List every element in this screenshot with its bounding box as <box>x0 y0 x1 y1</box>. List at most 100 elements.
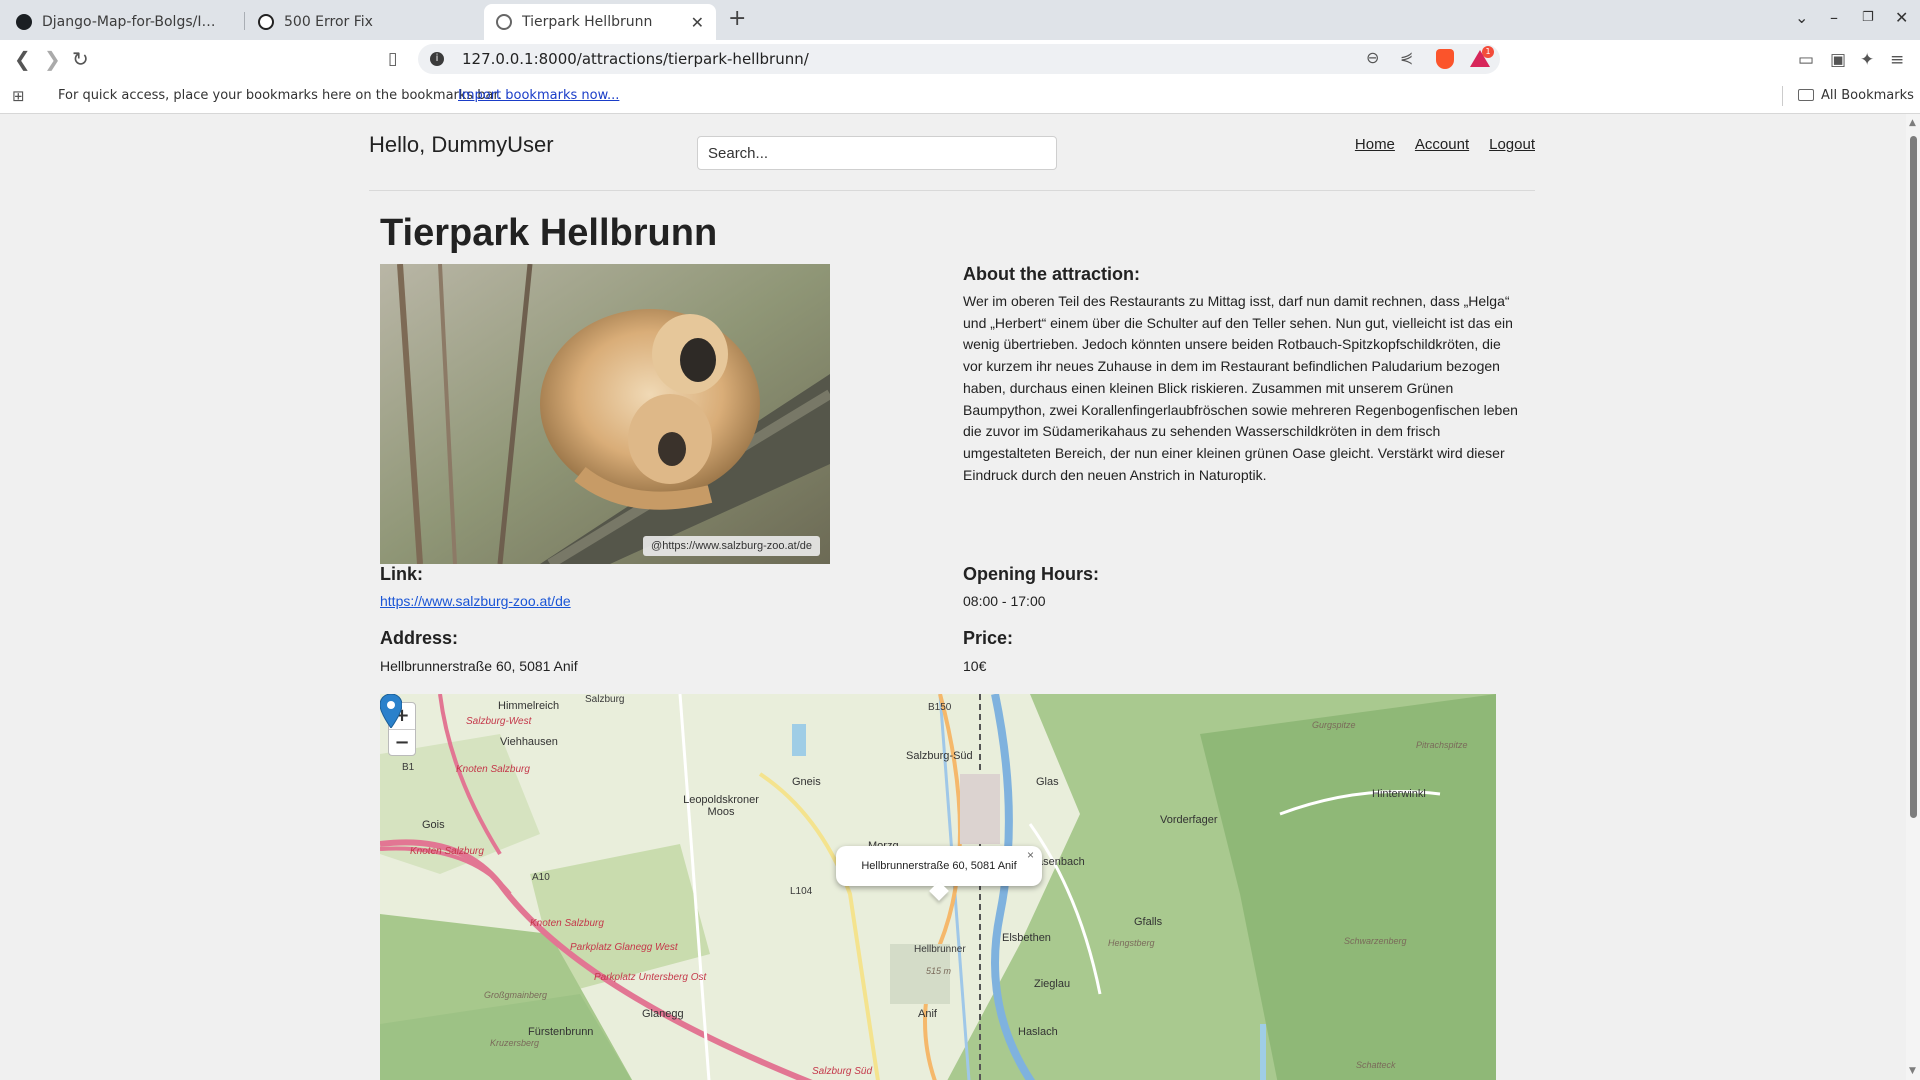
address-bar[interactable]: i 127.0.0.1:8000/attractions/tierpark-he… <box>418 44 1500 74</box>
address-value: Hellbrunnerstraße 60, 5081 Anif <box>380 658 578 674</box>
map-label: Fürstenbrunn <box>528 1026 594 1038</box>
share-icon[interactable]: ⋞ <box>1400 48 1413 67</box>
link-heading: Link: <box>380 564 423 584</box>
map-label: Gneis <box>792 776 821 788</box>
map-label: Kruzersberg <box>490 1038 540 1048</box>
map-label: Parkplatz Untersberg Ost <box>594 972 707 983</box>
apps-grid-icon[interactable]: ⊞ <box>12 87 25 105</box>
page-viewport: Hello, DummyUser Home Account Logout Tie… <box>0 114 1920 1080</box>
bookmarks-hint: For quick access, place your bookmarks h… <box>58 88 502 103</box>
map-label: Gfalls <box>1134 916 1163 928</box>
tab-divider <box>244 12 245 30</box>
page-scrollbar[interactable]: ▲ ▼ <box>1906 114 1920 1080</box>
leo-ai-icon[interactable]: ✦ <box>1860 50 1874 70</box>
map-label: A10 <box>532 872 550 883</box>
image-credit: @https://www.salzburg-zoo.at/de <box>643 536 820 556</box>
website-link[interactable]: https://www.salzburg-zoo.at/de <box>380 593 571 609</box>
close-window-button[interactable]: ✕ <box>1895 8 1908 27</box>
site-info-icon[interactable]: i <box>430 52 444 66</box>
nav-home-link[interactable]: Home <box>1355 136 1395 153</box>
map-label: Knoten Salzburg <box>410 846 484 857</box>
map-label: Salzburg <box>585 694 625 705</box>
wallet-icon[interactable]: ▣ <box>1830 50 1846 70</box>
sidebar-icon[interactable]: ▭ <box>1798 50 1814 70</box>
minimize-button[interactable]: – <box>1830 8 1838 27</box>
map-label: Großgmainberg <box>484 990 548 1000</box>
tab-strip: Django-Map-for-Bolgs/Images at 500 Error… <box>0 0 1920 40</box>
map-label: Himmelreich <box>498 700 560 712</box>
about-text: Wer im oberen Teil des Restaurants zu Mi… <box>963 293 1518 483</box>
leaflet-map[interactable]: Himmelreich Salzburg Salzburg-West Viehh… <box>380 694 1496 1080</box>
menu-icon[interactable]: ≡ <box>1890 50 1904 70</box>
reload-button[interactable]: ↻ <box>72 47 89 71</box>
tab-search-icon[interactable]: ⌄ <box>1795 8 1808 27</box>
map-label: L104 <box>790 886 813 897</box>
browser-toolbar: ❮ ❯ ↻ ▯ i 127.0.0.1:8000/attractions/tie… <box>0 40 1920 78</box>
brave-shields-icon[interactable] <box>1436 49 1454 69</box>
scrollbar-thumb[interactable] <box>1910 136 1917 818</box>
link-value: https://www.salzburg-zoo.at/de <box>380 593 571 609</box>
tab-500-error[interactable]: 500 Error Fix <box>246 4 478 40</box>
map-label: Haslach <box>1018 1026 1058 1038</box>
chatgpt-icon <box>258 14 274 30</box>
maximize-button[interactable]: ❐ <box>1862 10 1874 25</box>
map-label: Salzburg-Süd <box>906 750 973 762</box>
tab-title: Django-Map-for-Bolgs/Images at <box>42 14 228 30</box>
map-label: Pitrachspitze <box>1416 740 1468 750</box>
main-nav: Home Account Logout <box>1355 136 1535 153</box>
bookmark-icon[interactable]: ▯ <box>388 49 397 69</box>
map-label: Viehhausen <box>500 736 558 748</box>
page-title: Tierpark Hellbrunn <box>380 212 718 254</box>
price-heading: Price: <box>963 628 1014 648</box>
map-label: Glas <box>1036 776 1059 788</box>
zoom-icon[interactable]: ⊖ <box>1366 48 1379 67</box>
zoom-out-button[interactable]: − <box>389 729 415 755</box>
map-label: Vorderfager <box>1160 814 1218 826</box>
rewards-badge: 1 <box>1482 46 1494 58</box>
map-label: Gurgspitze <box>1312 720 1356 730</box>
popup-text: Hellbrunnerstraße 60, 5081 Anif <box>861 860 1017 872</box>
back-button[interactable]: ❮ <box>14 47 31 71</box>
scroll-up-icon[interactable]: ▲ <box>1909 118 1916 128</box>
github-icon <box>16 14 32 30</box>
map-label: Hellbrunner <box>914 944 966 955</box>
map-label: Knoten Salzburg <box>530 918 604 929</box>
about-heading: About the attraction: <box>963 264 1140 284</box>
map-label: Parkplatz Glanegg West <box>570 942 678 953</box>
map-label: Gois <box>422 819 445 831</box>
map-label: Salzburg Süd <box>812 1066 873 1077</box>
site-header: Hello, DummyUser Home Account Logout <box>369 114 1535 191</box>
nav-logout-link[interactable]: Logout <box>1489 136 1535 153</box>
bookmarks-bar: ⊞ For quick access, place your bookmarks… <box>0 78 1920 114</box>
brave-rewards-icon[interactable]: 1 <box>1470 46 1494 68</box>
map-label: Schatteck <box>1356 1060 1396 1070</box>
map-label: Zieglau <box>1034 978 1071 990</box>
scroll-down-icon[interactable]: ▼ <box>1909 1066 1916 1076</box>
map-label: B150 <box>928 702 952 713</box>
map-label: Glanegg <box>642 1008 684 1020</box>
price-value: 10€ <box>963 658 987 674</box>
url-text: 127.0.0.1:8000/attractions/tierpark-hell… <box>462 50 809 68</box>
tab-tierpark[interactable]: Tierpark Hellbrunn ✕ <box>484 4 716 40</box>
forward-button[interactable]: ❯ <box>44 47 61 71</box>
map-label: Hengstberg <box>1108 938 1155 948</box>
folder-icon <box>1798 89 1814 101</box>
map-label: Leopoldskroner Moos <box>683 794 759 818</box>
hours-value: 08:00 - 17:00 <box>963 593 1046 609</box>
popup-close-button[interactable]: × <box>1027 848 1034 862</box>
map-label: Schwarzenberg <box>1344 936 1407 946</box>
close-tab-icon[interactable]: ✕ <box>691 13 704 32</box>
tab-github[interactable]: Django-Map-for-Bolgs/Images at <box>4 4 240 40</box>
map-label: Elsbethen <box>1002 932 1051 944</box>
divider <box>1782 86 1783 106</box>
search-input[interactable] <box>697 136 1057 170</box>
import-bookmarks-link[interactable]: Import bookmarks now... <box>458 88 619 103</box>
greeting: Hello, DummyUser <box>369 132 554 157</box>
all-bookmarks-button[interactable]: All Bookmarks <box>1821 88 1914 103</box>
gibbon-photo <box>380 264 830 564</box>
map-label: B1 <box>402 762 415 773</box>
new-tab-button[interactable]: + <box>728 6 746 31</box>
nav-account-link[interactable]: Account <box>1415 136 1469 153</box>
map-marker-icon[interactable] <box>380 694 402 728</box>
map-label: Hinterwinkl <box>1372 788 1426 800</box>
